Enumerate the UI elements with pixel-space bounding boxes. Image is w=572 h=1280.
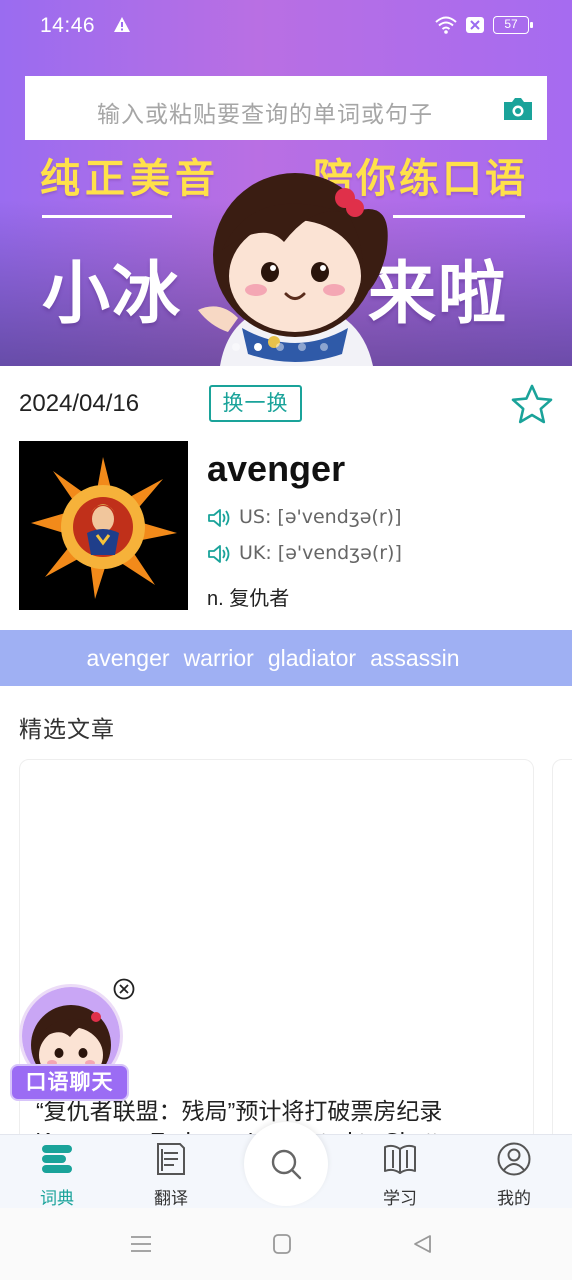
search-input[interactable]: 输入或粘贴要查询的单词或句子	[97, 95, 433, 129]
banner-divider-right	[393, 215, 525, 218]
banner-title-left: 小冰	[42, 256, 183, 332]
banner-divider-left	[42, 215, 172, 218]
home-icon[interactable]	[269, 1232, 295, 1256]
oral-chat-label[interactable]: 口语聊天	[10, 1064, 129, 1101]
related-word[interactable]: gladiator	[268, 645, 356, 672]
translate-icon	[157, 1143, 185, 1175]
pronunciation-us-text: US: [ə'vendʒə(r)]	[239, 506, 402, 528]
speaker-icon[interactable]	[207, 543, 231, 565]
related-word[interactable]: warrior	[184, 645, 254, 672]
status-time: 14:46	[40, 14, 96, 37]
close-icon[interactable]	[113, 978, 135, 1000]
search-bar[interactable]: 输入或粘贴要查询的单词或句子	[25, 76, 547, 140]
banner-pagination	[232, 343, 332, 353]
dictionary-icon	[42, 1145, 72, 1173]
pronunciation-uk-text: UK: [ə'vendʒə(r)]	[239, 542, 402, 564]
banner-dot[interactable]	[232, 343, 240, 351]
swap-word-button[interactable]: 换一换	[209, 385, 302, 422]
related-words-bar: avenger warrior gladiator assassin	[0, 630, 572, 686]
tab-study[interactable]: 学习	[355, 1135, 445, 1209]
mascot-illustration	[198, 173, 388, 366]
warning-icon	[114, 17, 130, 32]
banner-dot[interactable]	[320, 343, 328, 351]
camera-icon[interactable]	[502, 97, 534, 121]
speaker-icon[interactable]	[207, 507, 231, 529]
book-icon	[384, 1144, 416, 1174]
search-icon	[271, 1149, 302, 1180]
oral-chat-widget[interactable]: 口语聊天	[10, 978, 136, 1103]
menu-icon[interactable]	[128, 1232, 154, 1256]
profile-icon	[497, 1142, 531, 1176]
word-definition: n. 复仇者	[207, 588, 290, 610]
headword: avenger	[207, 448, 346, 489]
word-of-day-date: 2024/04/16	[19, 390, 140, 417]
banner-dot[interactable]	[298, 343, 306, 351]
word-illustration	[19, 441, 188, 610]
tab-profile-label: 我的	[497, 1189, 531, 1208]
tab-translate-label: 翻译	[154, 1189, 188, 1208]
tab-study-label: 学习	[383, 1189, 417, 1208]
star-icon[interactable]	[510, 383, 554, 425]
center-search-button[interactable]	[244, 1122, 328, 1206]
tab-profile[interactable]: 我的	[469, 1135, 559, 1209]
related-word[interactable]: assassin	[370, 645, 459, 672]
tab-translate[interactable]: 翻译	[126, 1135, 216, 1209]
battery-icon: 57	[493, 16, 533, 34]
hero-banner[interactable]: 纯正美音 陪你练口语 小冰 来啦 14:46 57 输入或粘贴要查询的单词或句子	[0, 0, 572, 366]
status-bar: 14:46 57	[0, 0, 572, 52]
related-word[interactable]: avenger	[86, 645, 169, 672]
sim-off-icon	[466, 17, 484, 33]
featured-articles-title: 精选文章	[19, 716, 115, 742]
tab-dictionary[interactable]: 词典	[12, 1135, 102, 1209]
tab-dictionary-label: 词典	[40, 1189, 74, 1208]
system-navigation-bar	[0, 1208, 572, 1280]
wifi-icon	[435, 16, 457, 34]
banner-dot[interactable]	[276, 343, 284, 351]
banner-dot-active[interactable]	[254, 343, 262, 351]
back-icon[interactable]	[410, 1232, 436, 1256]
article-card-next[interactable]	[552, 759, 572, 1199]
